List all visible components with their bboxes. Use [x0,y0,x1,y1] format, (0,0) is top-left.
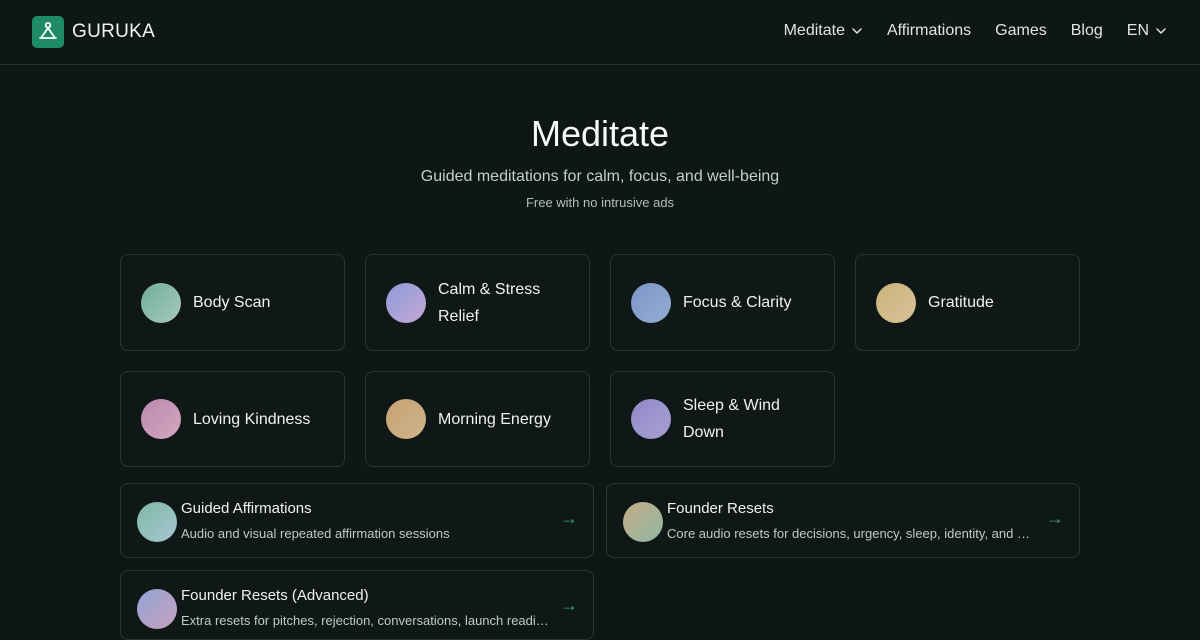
nav-blog-label: Blog [1070,22,1103,39]
collection-card-guided-affirmations[interactable]: Guided Affirmations Audio and visual rep… [120,483,594,558]
brand-logo-mark [32,16,64,48]
nav-affirmations[interactable]: Affirmations [887,20,971,42]
collection-description: Core audio resets for decisions, urgency… [667,526,1037,541]
collection-orb [137,502,177,542]
category-label: Calm & Stress Relief [438,280,541,325]
category-label: Focus & Clarity [683,294,792,311]
collection-title: Guided Affirmations [181,500,312,517]
nav-games[interactable]: Games [995,20,1047,42]
page-title: Meditate [530,113,670,154]
category-card-gratitude[interactable]: Gratitude [855,254,1080,351]
collection-description: Audio and visual repeated affirmation se… [181,526,450,541]
meditation-figure-icon [39,21,57,39]
category-orb [386,399,426,439]
category-card-sleep-wind-down[interactable]: Sleep & Wind Down [610,371,835,467]
category-label: Morning Energy [438,410,551,428]
main-nav: Meditate Affirmations Games Blog EN [784,20,1167,42]
brand-name: GURUKA [72,21,156,42]
chevron-down-icon [852,28,862,34]
language-selector[interactable]: EN [1127,20,1167,42]
nav-meditate-label: Meditate [783,22,845,39]
collection-title: Founder Resets [667,500,774,517]
nav-blog[interactable]: Blog [1071,20,1103,42]
category-orb [631,282,671,323]
category-card-loving-kindness[interactable]: Loving Kindness [120,371,345,467]
category-label: Gratitude [928,294,994,311]
category-card-body-scan[interactable]: Body Scan [120,254,345,351]
category-card-focus-clarity[interactable]: Focus & Clarity [610,254,835,351]
brand-logo-link[interactable]: GURUKA [32,16,155,48]
collection-card-founder-resets[interactable]: Founder Resets Core audio resets for dec… [606,483,1080,558]
category-label: Sleep & Wind Down [683,397,780,441]
collection-orb [623,502,663,542]
chevron-down-icon [1156,28,1166,34]
category-orb [141,399,181,439]
collection-description: Extra resets for pitches, rejection, con… [181,613,551,628]
collection-orb [137,589,177,629]
arrow-right-icon: → [1046,508,1064,528]
arrow-right-icon: → [560,508,578,528]
category-orb [386,282,426,323]
category-label: Loving Kindness [193,410,311,428]
collection-title: Founder Resets (Advanced) [181,587,369,604]
category-orb [876,282,916,323]
category-card-calm-stress-relief[interactable]: Calm & Stress Relief [365,254,590,351]
nav-affirmations-label: Affirmations [886,22,972,39]
category-label: Body Scan [193,294,271,311]
category-orb [141,282,181,323]
arrow-right-icon: → [560,595,578,615]
language-selector-label: EN [1126,22,1149,39]
category-orb [631,399,671,439]
page-note: Free with no intrusive ads [525,195,675,210]
nav-meditate[interactable]: Meditate [784,20,863,42]
category-card-morning-energy[interactable]: Morning Energy [365,371,590,467]
top-header: GURUKA Meditate Affirmations Games Blog … [0,0,1200,65]
page-subtitle: Guided meditations for calm, focus, and … [420,168,780,185]
nav-games-label: Games [995,22,1047,39]
